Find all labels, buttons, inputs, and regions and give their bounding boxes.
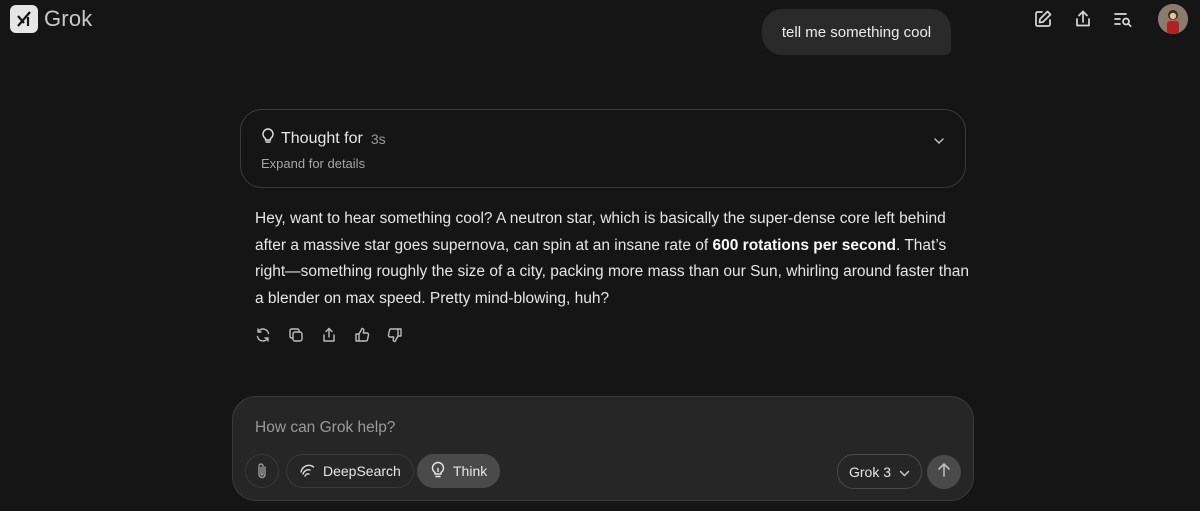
message-actions [253, 325, 404, 344]
regenerate-icon[interactable] [253, 325, 272, 344]
thumbs-up-icon[interactable] [352, 325, 371, 344]
lightbulb-icon [430, 461, 446, 481]
composer: DeepSearch Think Grok 3 [232, 396, 974, 501]
share-message-icon[interactable] [319, 325, 338, 344]
app-name: Grok [44, 6, 93, 31]
model-selector[interactable]: Grok 3 [837, 454, 922, 489]
grok-chat-page: Grok tell me something cool Thought for … [0, 0, 1200, 511]
arrow-up-icon [937, 462, 951, 483]
prompt-input[interactable] [255, 417, 935, 439]
send-button[interactable] [927, 455, 961, 489]
thought-label: Thought for [281, 129, 363, 147]
thought-panel[interactable]: Thought for 3s Expand for details [240, 109, 966, 188]
avatar[interactable] [1158, 4, 1188, 34]
copy-icon[interactable] [286, 325, 305, 344]
history-search-icon[interactable] [1112, 8, 1134, 30]
deepsearch-button[interactable]: DeepSearch [286, 454, 414, 488]
paperclip-icon[interactable] [245, 454, 279, 488]
thought-duration: 3s [370, 130, 386, 147]
share-icon[interactable] [1072, 8, 1094, 30]
user-message: tell me something cool [762, 9, 951, 55]
think-button[interactable]: Think [417, 454, 501, 488]
new-chat-icon[interactable] [1032, 8, 1054, 30]
chevron-down-icon [899, 464, 910, 480]
deepsearch-label: DeepSearch [323, 463, 401, 479]
answer-text-bold: 600 rotations per second [712, 236, 896, 254]
app-logo[interactable]: Grok [10, 5, 92, 33]
lightbulb-icon [261, 128, 275, 149]
model-label: Grok 3 [848, 463, 891, 480]
assistant-message: Hey, want to hear something cool? A neut… [255, 206, 975, 312]
grok-logo-icon [10, 5, 38, 33]
header-actions [1032, 4, 1188, 34]
think-label: Think [453, 463, 488, 479]
thought-header: Thought for 3s [261, 128, 945, 149]
thumbs-down-icon[interactable] [385, 325, 404, 344]
deepsearch-icon [299, 461, 316, 481]
thought-subtitle: Expand for details [261, 156, 366, 171]
chevron-down-icon[interactable] [933, 132, 945, 150]
